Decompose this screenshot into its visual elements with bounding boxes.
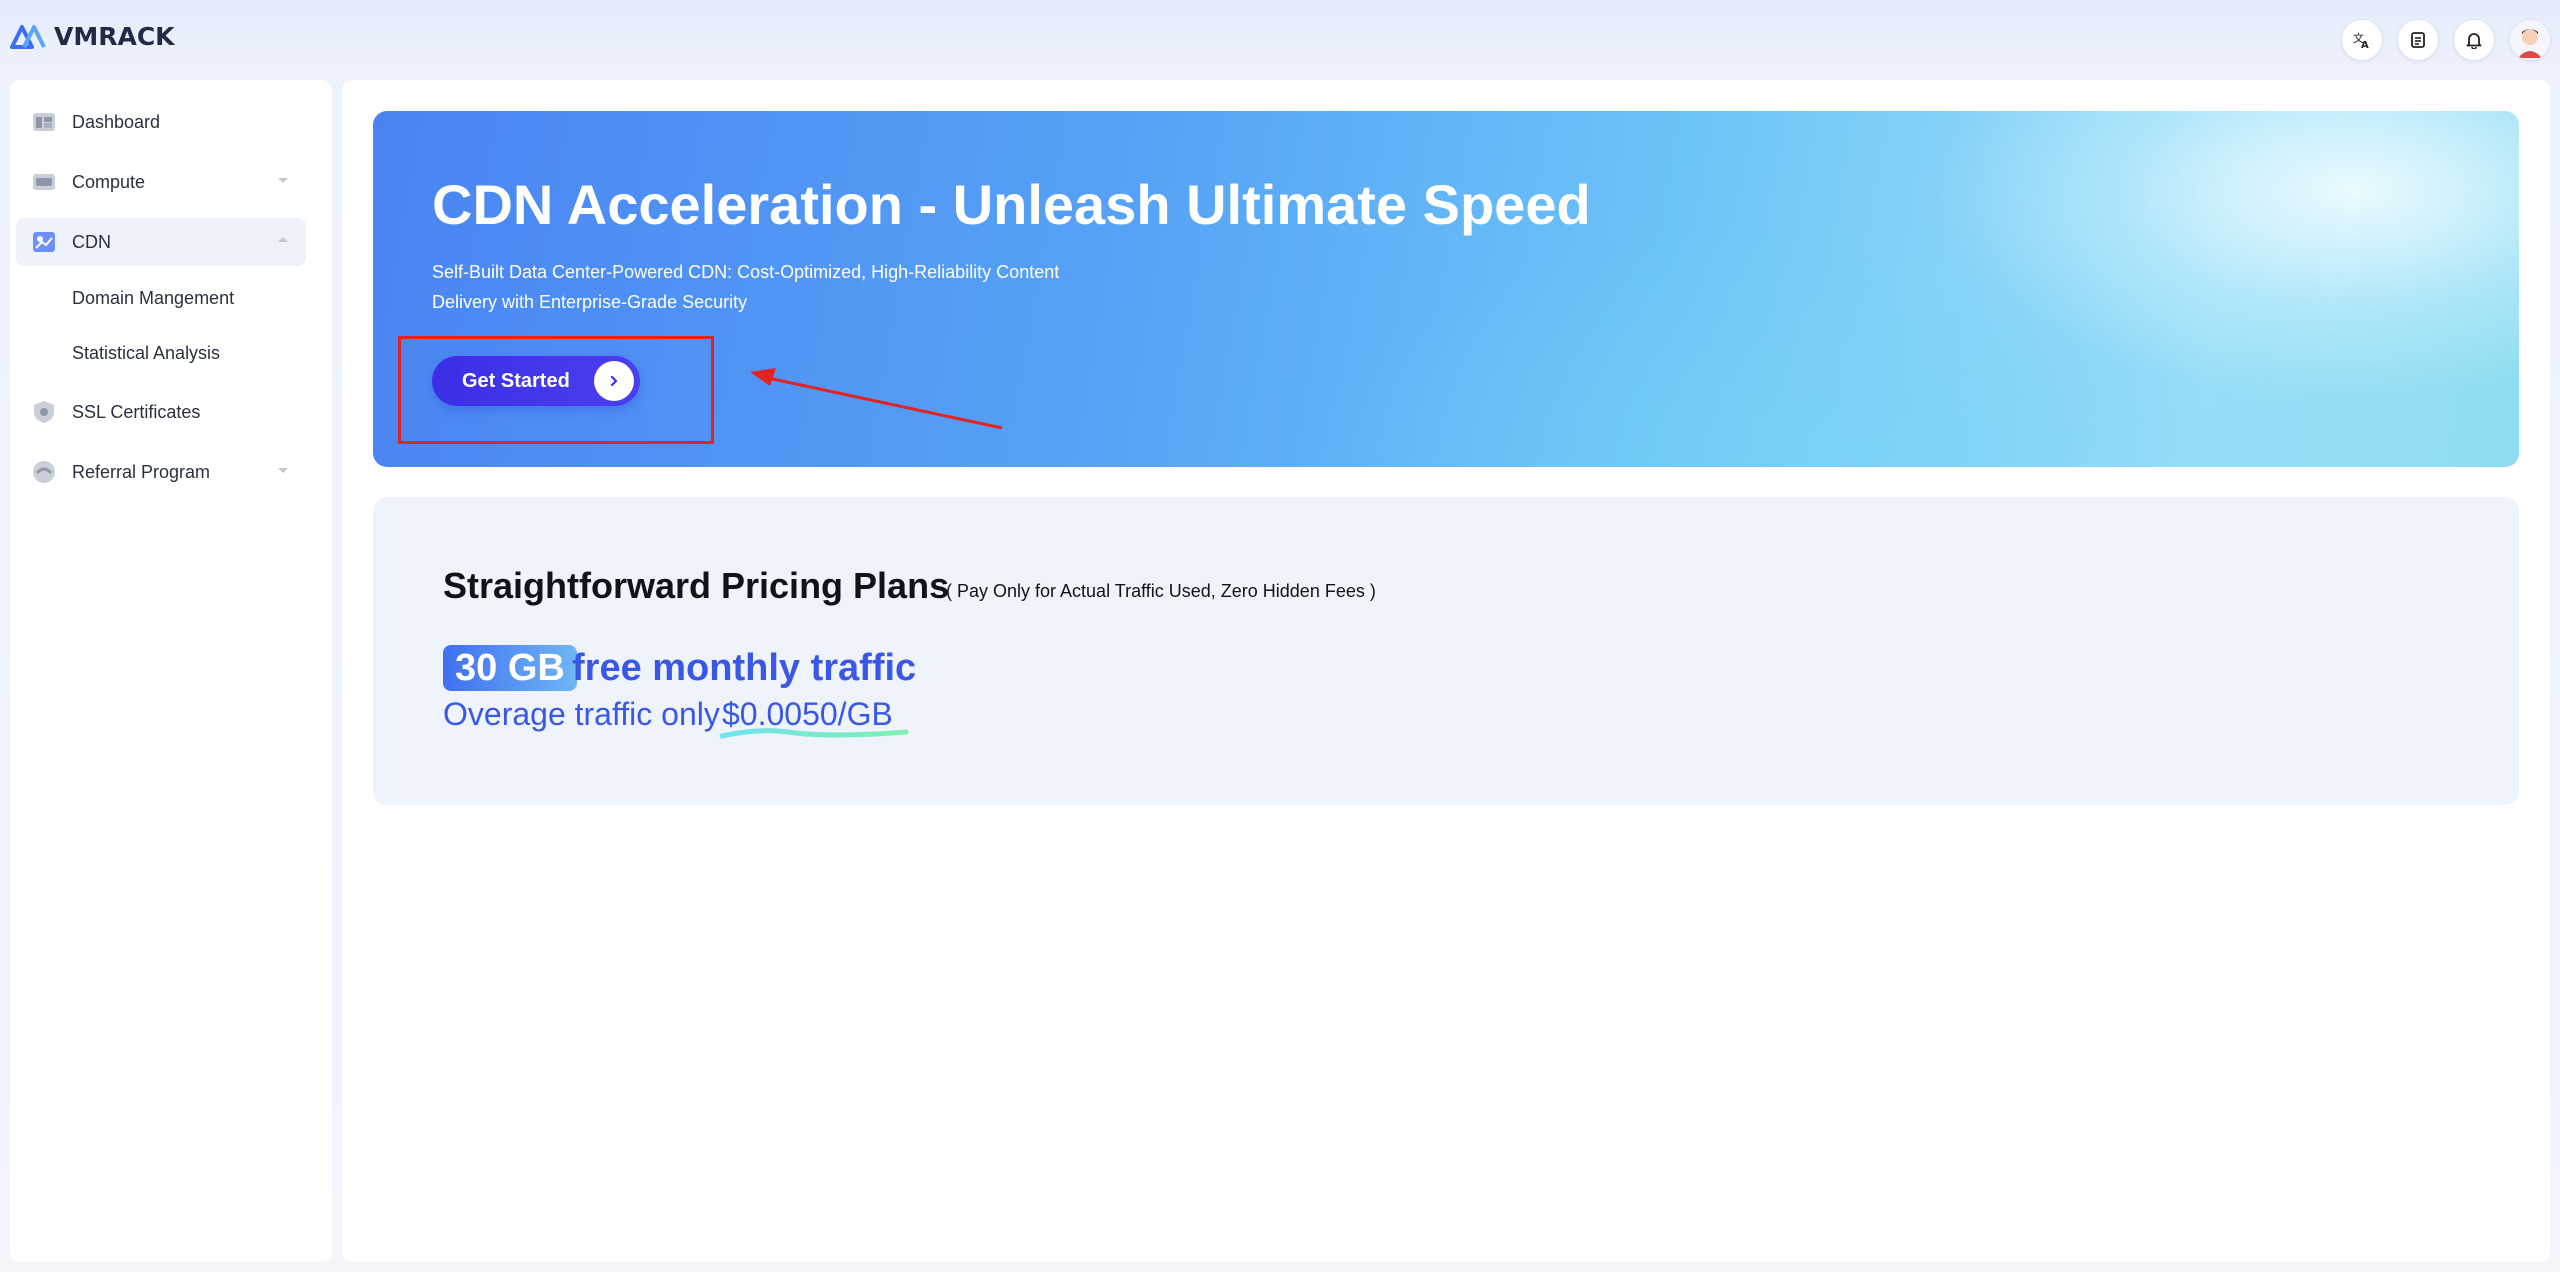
sidebar-item-label: Referral Program <box>72 461 211 482</box>
top-bar: VMRACK 文A <box>0 0 2560 80</box>
compute-icon <box>30 168 58 196</box>
sidebar-item-referral-program[interactable]: Referral Program <box>16 448 306 496</box>
referral-icon <box>30 458 58 486</box>
vmrack-logo-icon <box>10 24 46 49</box>
hero-subtitle: Self-Built Data Center-Powered CDN: Cost… <box>432 257 1132 317</box>
cdn-icon <box>30 228 58 256</box>
price-underline-decoration <box>719 728 909 739</box>
hero-subtitle-line: Self-Built Data Center-Powered CDN: Cost… <box>432 262 1060 282</box>
sidebar-subitem-domain-management[interactable]: Domain Mangement <box>72 280 234 316</box>
hero-title: CDN Acceleration - Unleash Ultimate Spee… <box>432 173 1591 236</box>
shield-icon <box>30 398 58 426</box>
sidebar-item-label: Dashboard <box>72 111 161 132</box>
translate-icon[interactable]: 文A <box>2342 20 2382 60</box>
dashboard-icon <box>30 108 58 136</box>
top-actions: 文A <box>2326 20 2550 60</box>
brand-logo[interactable]: VMRACK <box>10 22 175 51</box>
free-traffic-badge: 30 GB <box>443 645 577 691</box>
pricing-title: Straightforward Pricing Plans <box>443 565 950 606</box>
sidebar-item-label: Compute <box>72 171 146 192</box>
annotation-highlight-box <box>398 336 714 444</box>
sidebar-item-dashboard[interactable]: Dashboard <box>16 98 306 146</box>
user-avatar[interactable] <box>2510 20 2550 60</box>
sidebar-item-ssl-certificates[interactable]: SSL Certificates <box>16 388 306 436</box>
sidebar-subitem-statistical-analysis[interactable]: Statistical Analysis <box>72 335 220 371</box>
sidebar-item-label: SSL Certificates <box>72 401 201 422</box>
chevron-up-icon <box>278 237 288 242</box>
sidebar-item-compute[interactable]: Compute <box>16 158 306 206</box>
chevron-down-icon <box>278 178 288 183</box>
svg-text:A: A <box>2361 40 2369 50</box>
overage-text: Overage traffic only <box>443 696 720 732</box>
sidebar-item-label: CDN <box>72 231 111 252</box>
hero-subtitle-line: Delivery with Enterprise-Grade Security <box>432 292 748 312</box>
free-traffic-text: free monthly traffic <box>572 647 917 689</box>
bell-icon[interactable] <box>2454 20 2494 60</box>
document-icon[interactable] <box>2398 20 2438 60</box>
pricing-note: ( Pay Only for Actual Traffic Used, Zero… <box>946 581 1376 601</box>
annotation-arrow-icon <box>750 368 1003 430</box>
brand-name: VMRACK <box>54 22 175 51</box>
chevron-down-icon <box>278 468 288 473</box>
sidebar-item-cdn[interactable]: CDN <box>16 218 306 266</box>
